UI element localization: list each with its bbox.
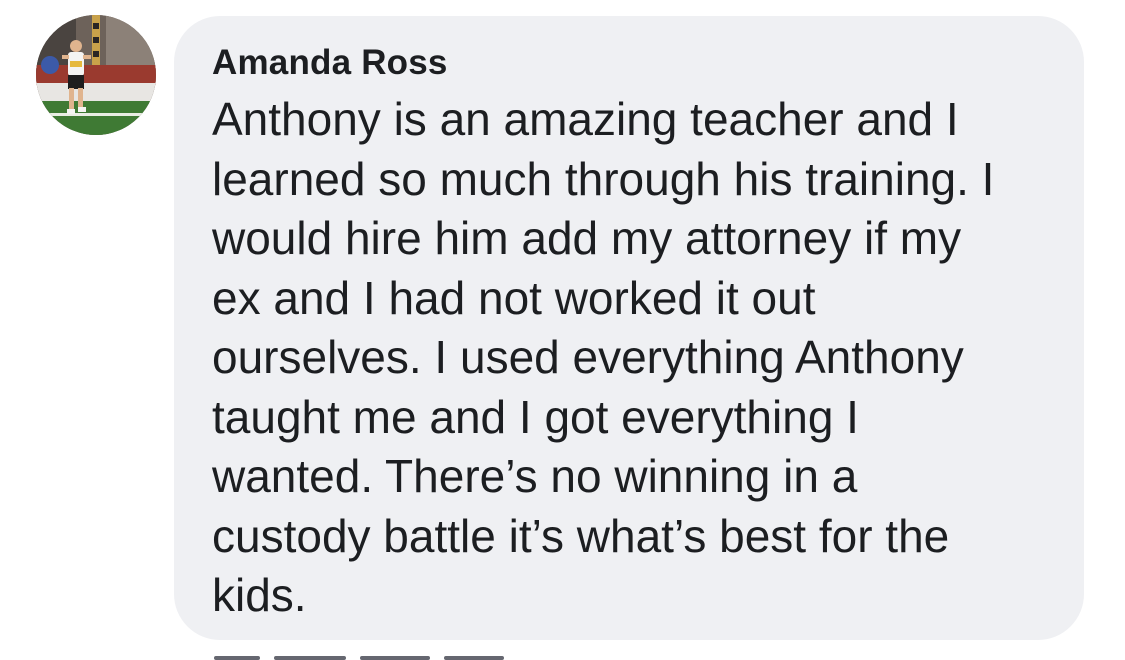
reply-line-partial <box>214 647 534 660</box>
comment-bubble: Amanda Ross Anthony is an amazing teache… <box>174 16 1084 640</box>
comment-body-text: Anthony is an amazing teacher and I lear… <box>212 93 995 621</box>
profile-photo-icon <box>36 15 156 135</box>
comment-thread: Amanda Ross Anthony is an amazing teache… <box>0 0 1125 660</box>
avatar[interactable] <box>36 15 156 135</box>
comment-author-name[interactable]: Amanda Ross <box>212 38 1054 88</box>
